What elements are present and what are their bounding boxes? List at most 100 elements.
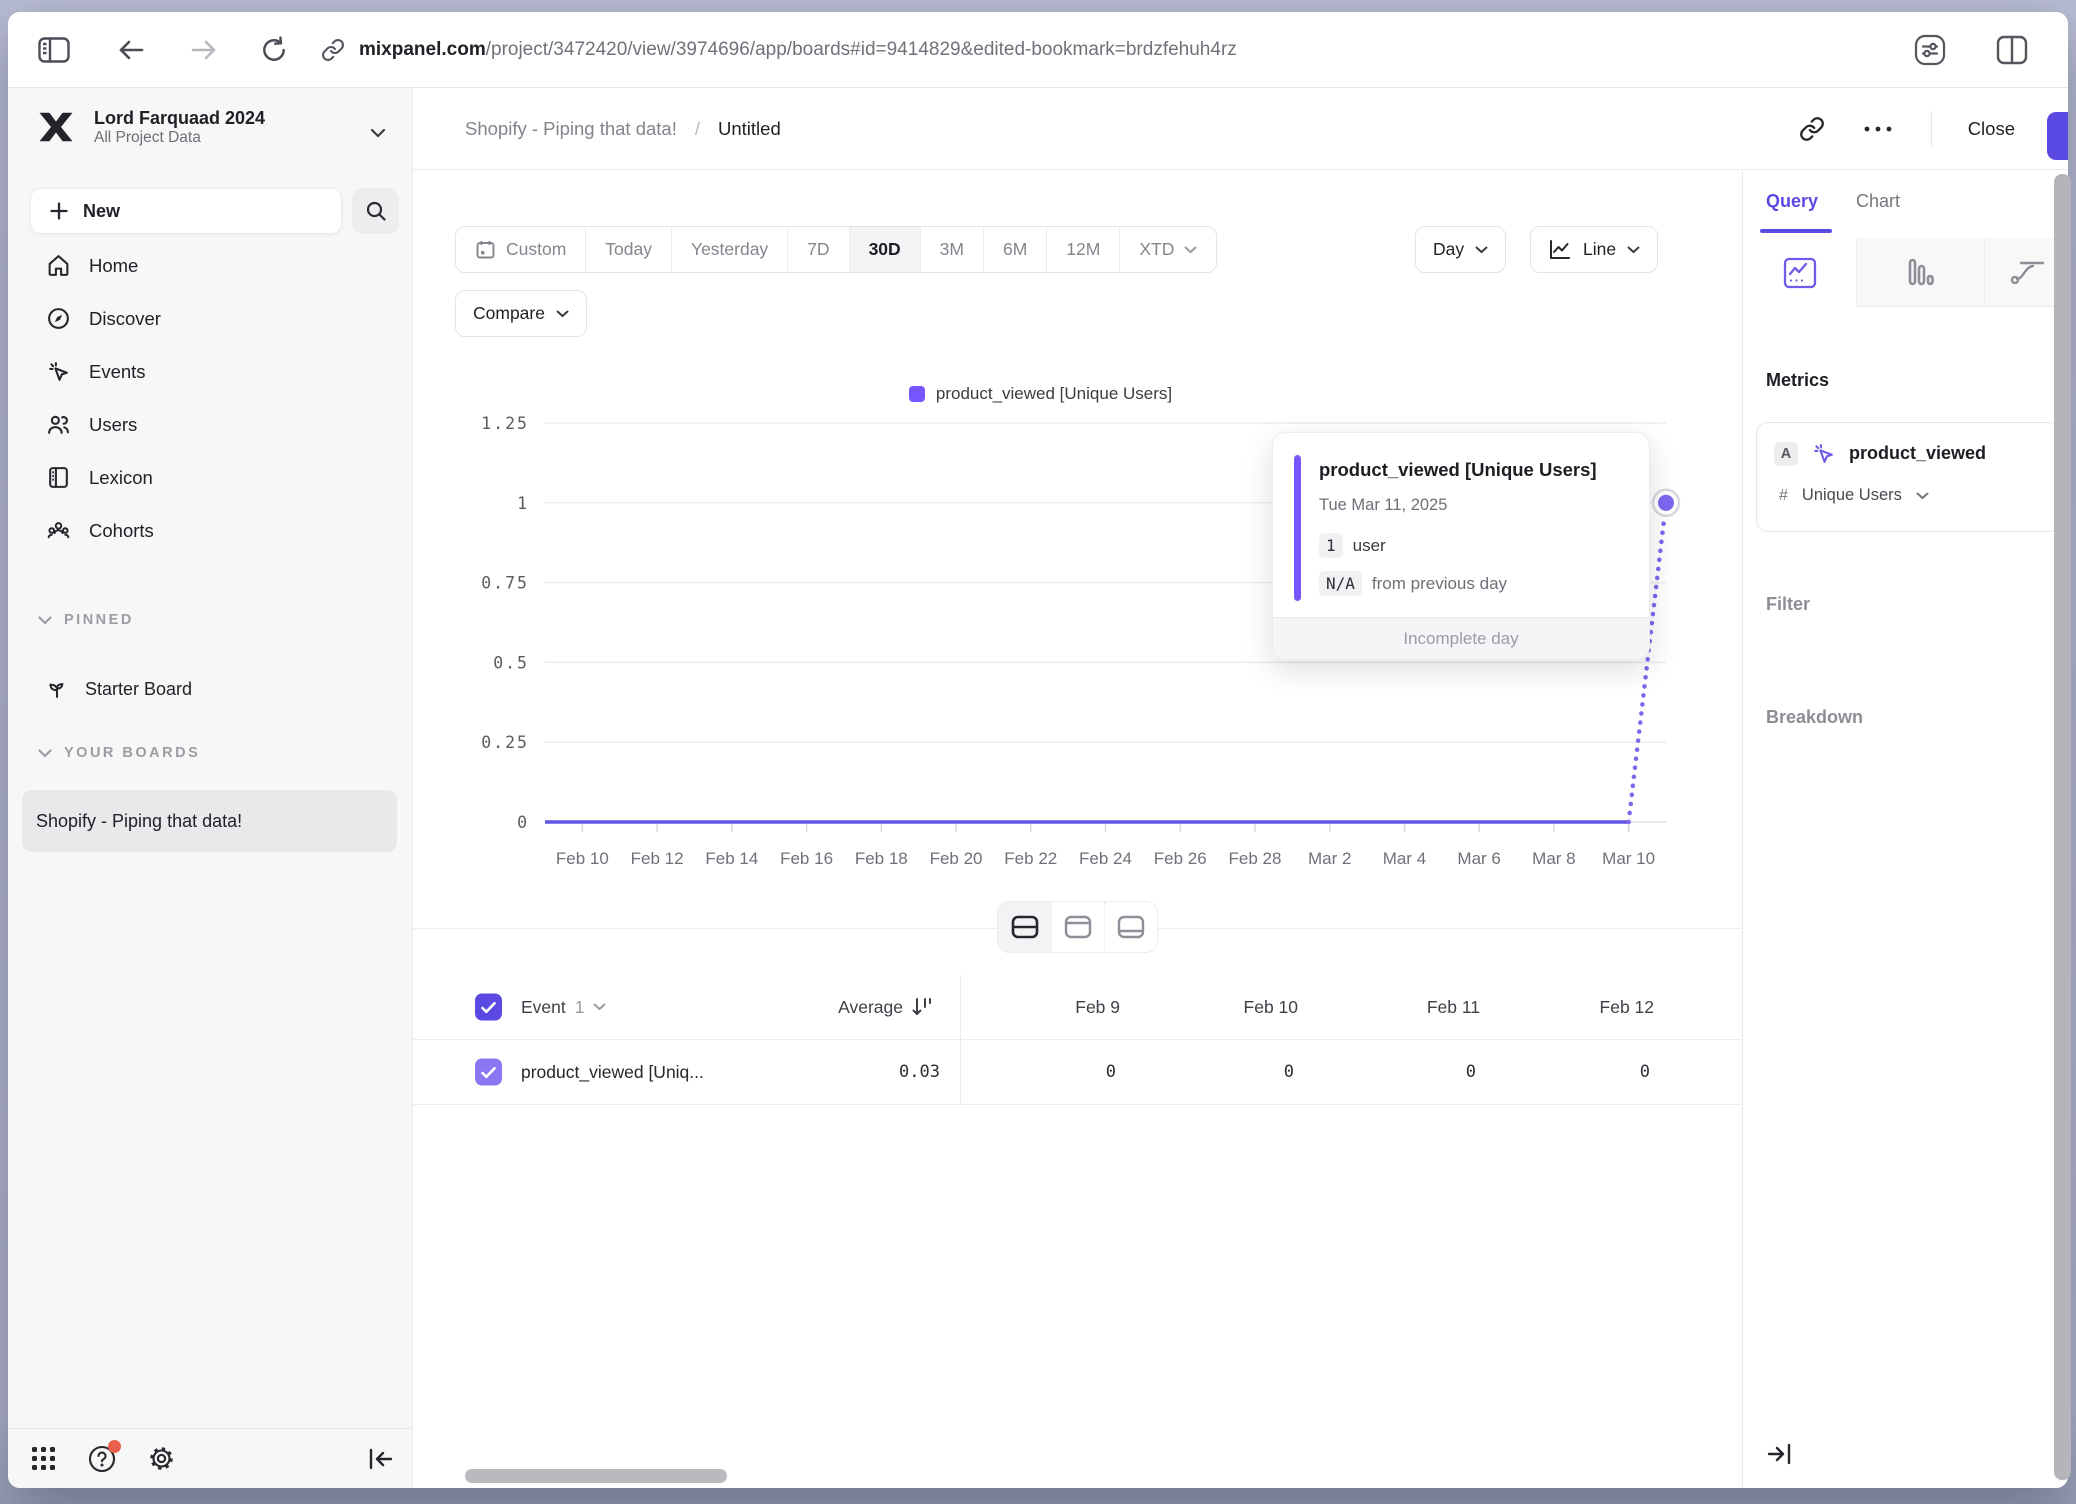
search-button[interactable]	[352, 188, 399, 234]
svg-text:0: 0	[517, 813, 529, 832]
range-3m[interactable]: 3M	[920, 227, 983, 272]
sidebar-item-users[interactable]: Users	[8, 398, 412, 451]
select-all-checkbox[interactable]	[475, 994, 502, 1021]
check-icon	[481, 1001, 496, 1013]
insights-chart-tab-selected[interactable]	[1743, 238, 1856, 307]
sidebar-item-active-board[interactable]: Shopify - Piping that data!	[22, 790, 397, 852]
layout-table-only-button[interactable]	[1104, 902, 1157, 952]
breadcrumb-board[interactable]: Shopify - Piping that data!	[465, 118, 677, 140]
sort-icon[interactable]	[910, 995, 934, 1019]
tooltip-title: product_viewed [Unique Users]	[1319, 459, 1597, 481]
svg-text:Feb 18: Feb 18	[855, 849, 908, 868]
range-custom[interactable]: Custom	[456, 227, 585, 272]
sidebar-item-lexicon[interactable]: Lexicon	[8, 451, 412, 504]
project-switcher[interactable]: Lord Farquaad 2024 All Project Data	[34, 105, 265, 149]
layout-split-view-button[interactable]	[998, 902, 1051, 952]
new-button[interactable]: New	[30, 188, 342, 234]
svg-text:Feb 20: Feb 20	[930, 849, 983, 868]
your-boards-label: YOUR BOARDS	[64, 745, 200, 761]
browser-window: mixpanel.com/project/3472420/view/397469…	[8, 12, 2068, 1488]
filter-heading: Filter	[1766, 594, 1810, 615]
search-icon	[365, 200, 387, 222]
metric-count-by[interactable]: Unique Users	[1802, 486, 1902, 505]
your-boards-section-header[interactable]: YOUR BOARDS	[38, 745, 200, 761]
range-xtd[interactable]: XTD	[1119, 227, 1216, 272]
copy-link-icon[interactable]	[1799, 116, 1825, 142]
chart-legend: product_viewed [Unique Users]	[413, 384, 1668, 404]
more-options-icon[interactable]	[1861, 124, 1895, 134]
chevron-down-icon	[1627, 246, 1640, 254]
browser-split-view-icon[interactable]	[1996, 35, 2028, 65]
browser-extensions-icon[interactable]	[1912, 32, 1948, 68]
metric-card[interactable]: A product_viewed # Unique Users	[1756, 422, 2061, 532]
sidebar-footer	[8, 1428, 412, 1488]
range-12m[interactable]: 12M	[1046, 227, 1119, 272]
help-icon[interactable]	[87, 1444, 117, 1474]
row-checkbox[interactable]	[475, 1059, 502, 1086]
pinned-section-header[interactable]: PINNED	[38, 612, 134, 628]
plus-icon	[49, 201, 69, 221]
forward-icon[interactable]	[190, 38, 218, 62]
range-6m[interactable]: 6M	[983, 227, 1046, 272]
apps-grid-icon[interactable]	[30, 1445, 57, 1472]
bar-chart-tab[interactable]	[1856, 238, 1984, 307]
sidebar-item-cohorts[interactable]: Cohorts	[8, 504, 412, 557]
range-yesterday[interactable]: Yesterday	[671, 227, 787, 272]
tab-query[interactable]: Query	[1766, 191, 1818, 212]
project-subtitle: All Project Data	[94, 129, 265, 147]
row-average-value: 0.03	[899, 1040, 940, 1104]
svg-text:1: 1	[517, 494, 529, 513]
chevron-down-icon	[1916, 492, 1929, 500]
row-event-name[interactable]: product_viewed [Uniq...	[521, 1040, 704, 1104]
svg-text:Mar 4: Mar 4	[1383, 849, 1426, 868]
sidebar-item-home[interactable]: Home	[8, 239, 412, 292]
report-canvas: Custom Today Yesterday 7D 30D 3M 6M 12M …	[413, 170, 1742, 1488]
svg-text:Feb 14: Feb 14	[705, 849, 758, 868]
date-column-header: Feb 12	[1524, 975, 1654, 1039]
url-bar[interactable]: mixpanel.com/project/3472420/view/397469…	[321, 38, 1237, 62]
granularity-dropdown[interactable]: Day	[1415, 226, 1506, 273]
range-7d[interactable]: 7D	[787, 227, 848, 272]
mixpanel-app: Lord Farquaad 2024 All Project Data New …	[8, 88, 2068, 1488]
average-column-header[interactable]: Average	[838, 975, 903, 1039]
event-count: 1	[575, 997, 585, 1018]
reload-icon[interactable]	[261, 36, 287, 64]
browser-sidebar-toggle-icon[interactable]	[38, 37, 70, 63]
range-30d-selected[interactable]: 30D	[849, 227, 920, 272]
tab-chart[interactable]: Chart	[1856, 191, 1900, 212]
vertical-scrollbar-thumb[interactable]	[2054, 174, 2071, 1480]
project-chevron-down-icon[interactable]	[370, 128, 386, 138]
sidebar-item-starter-board[interactable]: Starter Board	[45, 673, 192, 705]
layout-chart-only-button[interactable]	[1051, 902, 1104, 952]
header-divider	[1931, 111, 1932, 147]
tooltip-value: 1	[1319, 533, 1343, 558]
table-header-row: Event 1 Average Feb 9 Feb 10 Feb 11 Feb …	[413, 975, 1742, 1040]
back-icon[interactable]	[117, 38, 145, 62]
svg-text:0.75: 0.75	[481, 574, 529, 593]
table-row: product_viewed [Uniq... 0.03 0 0 0 0	[413, 1040, 1742, 1105]
horizontal-scrollbar-thumb[interactable]	[465, 1469, 727, 1483]
chart-type-dropdown[interactable]: Line	[1530, 226, 1658, 273]
svg-text:Feb 26: Feb 26	[1154, 849, 1207, 868]
event-column-header[interactable]: Event 1	[521, 975, 606, 1039]
sidebar: Lord Farquaad 2024 All Project Data New …	[8, 88, 413, 1488]
range-today[interactable]: Today	[585, 227, 671, 272]
legend-label: product_viewed [Unique Users]	[936, 384, 1172, 404]
save-button-partial[interactable]	[2047, 112, 2068, 160]
collapse-sidebar-icon[interactable]	[366, 1447, 394, 1471]
svg-text:Feb 28: Feb 28	[1228, 849, 1281, 868]
sidebar-item-events[interactable]: Events	[8, 345, 412, 398]
count-type-icon: #	[1779, 487, 1788, 505]
compare-dropdown[interactable]: Compare	[455, 290, 587, 337]
svg-text:Feb 12: Feb 12	[631, 849, 684, 868]
svg-text:Mar 10: Mar 10	[1602, 849, 1655, 868]
check-icon	[481, 1066, 496, 1078]
expand-panel-icon[interactable]	[1766, 1442, 1794, 1466]
breadcrumb-page[interactable]: Untitled	[718, 118, 781, 140]
close-button[interactable]: Close	[1968, 118, 2015, 140]
tooltip-value-unit: user	[1353, 536, 1386, 556]
breadcrumb: Shopify - Piping that data! / Untitled	[465, 88, 781, 170]
events-icon	[45, 359, 71, 384]
settings-gear-icon[interactable]	[147, 1444, 176, 1473]
sidebar-item-discover[interactable]: Discover	[8, 292, 412, 345]
